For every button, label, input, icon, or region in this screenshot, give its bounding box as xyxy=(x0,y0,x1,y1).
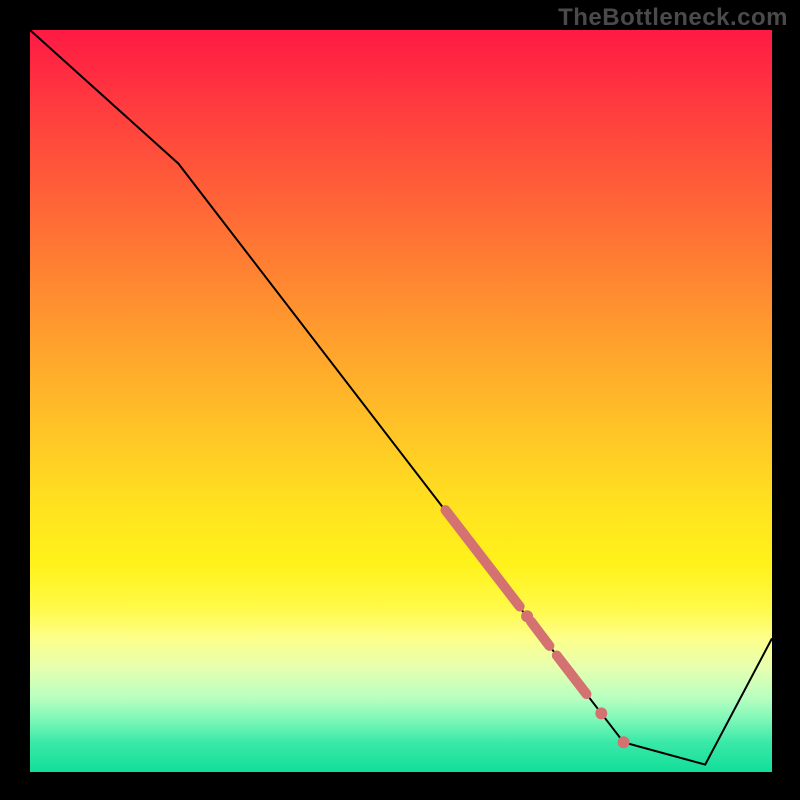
highlight-dot xyxy=(595,707,607,719)
highlight-segment xyxy=(531,621,550,646)
curve-layer xyxy=(30,30,772,772)
watermark-text: TheBottleneck.com xyxy=(558,4,788,32)
highlight-segment xyxy=(446,510,520,606)
highlight-dot xyxy=(521,610,533,622)
highlight-segment xyxy=(557,656,587,695)
highlight-dot xyxy=(618,736,630,748)
highlight-segments xyxy=(446,510,587,694)
plot-area xyxy=(30,30,772,772)
bottleneck-curve xyxy=(30,30,772,765)
chart-frame: TheBottleneck.com xyxy=(0,0,800,800)
